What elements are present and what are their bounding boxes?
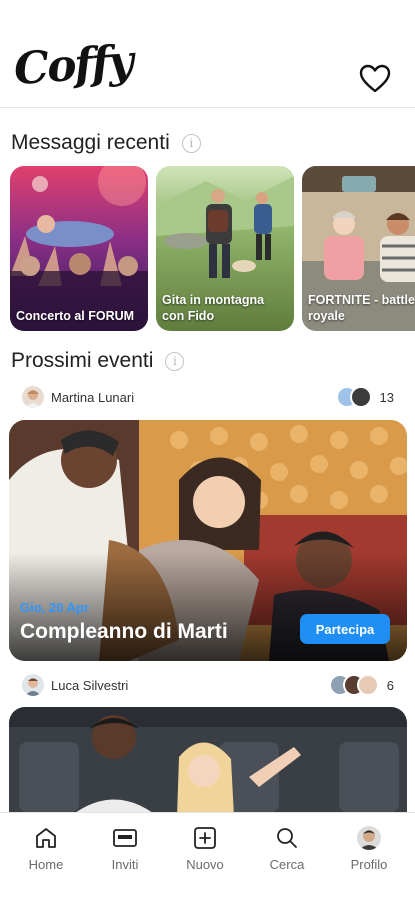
avatar (22, 674, 44, 696)
join-button[interactable]: Partecipa (300, 614, 390, 644)
app-logo: Coffy (12, 35, 134, 96)
event-title: Compleanno di Marti (20, 620, 228, 643)
attendee-count: 6 (386, 677, 394, 693)
tab-new[interactable]: Nuovo (170, 825, 240, 889)
event-owner-row[interactable]: Martina Lunari 13 (22, 385, 394, 409)
avatar (22, 386, 44, 408)
avatar (357, 826, 381, 850)
story-card[interactable]: Concerto al FORUM (10, 166, 148, 331)
attendees[interactable]: 6 (328, 674, 394, 696)
tab-invites[interactable]: Inviti (90, 825, 160, 889)
upcoming-events-heading: Prossimi eventi i (11, 349, 185, 373)
tab-profile[interactable]: Profilo (334, 825, 404, 889)
event-date: Gio, 20 Apr (20, 600, 89, 615)
event-owner-row[interactable]: Luca Silvestri 6 (22, 673, 394, 697)
tab-label: Inviti (111, 857, 139, 872)
tab-label: Profilo (350, 857, 388, 872)
search-icon (277, 828, 297, 848)
plus-square-icon (194, 827, 216, 849)
tab-label: Nuovo (186, 857, 224, 872)
attendee-count: 13 (379, 389, 394, 405)
upcoming-events-title: Prossimi eventi (11, 349, 154, 372)
recent-messages-title: Messaggi recenti (11, 131, 170, 154)
attendee-avatar (356, 674, 379, 696)
info-icon[interactable]: i (181, 133, 201, 153)
event-card[interactable]: Gio, 20 Apr Compleanno di Marti Partecip… (9, 420, 407, 661)
tab-search[interactable]: Cerca (252, 825, 322, 889)
ticket-icon (113, 829, 137, 847)
event-owner-name: Luca Silvestri (51, 677, 129, 693)
attendee-avatar (349, 386, 372, 408)
story-card[interactable]: FORTNITE - battle royale (302, 166, 415, 331)
story-label: FORTNITE - battle royale (308, 293, 415, 323)
info-icon[interactable]: i (165, 351, 185, 371)
tab-label: Cerca (269, 857, 305, 872)
heart-icon[interactable] (359, 64, 391, 94)
concert-crowd-image (10, 166, 148, 331)
home-icon (36, 828, 56, 848)
story-card[interactable]: Gita in montagna con Fido (156, 166, 294, 331)
recent-messages-heading: Messaggi recenti i (11, 131, 201, 155)
story-label: Concerto al FORUM (16, 309, 135, 323)
attendees[interactable]: 13 (335, 386, 394, 408)
event-owner-name: Martina Lunari (51, 389, 135, 405)
app-header: Coffy (0, 0, 415, 108)
tab-bar: Home Inviti Nuovo Cerca Profilo (0, 812, 415, 900)
recent-messages-carousel[interactable]: Concerto al FORUM Gita in montagna con F… (10, 166, 415, 332)
tab-home[interactable]: Home (11, 825, 81, 889)
story-label: Gita in montagna con Fido (162, 293, 265, 323)
tab-label: Home (28, 857, 64, 872)
